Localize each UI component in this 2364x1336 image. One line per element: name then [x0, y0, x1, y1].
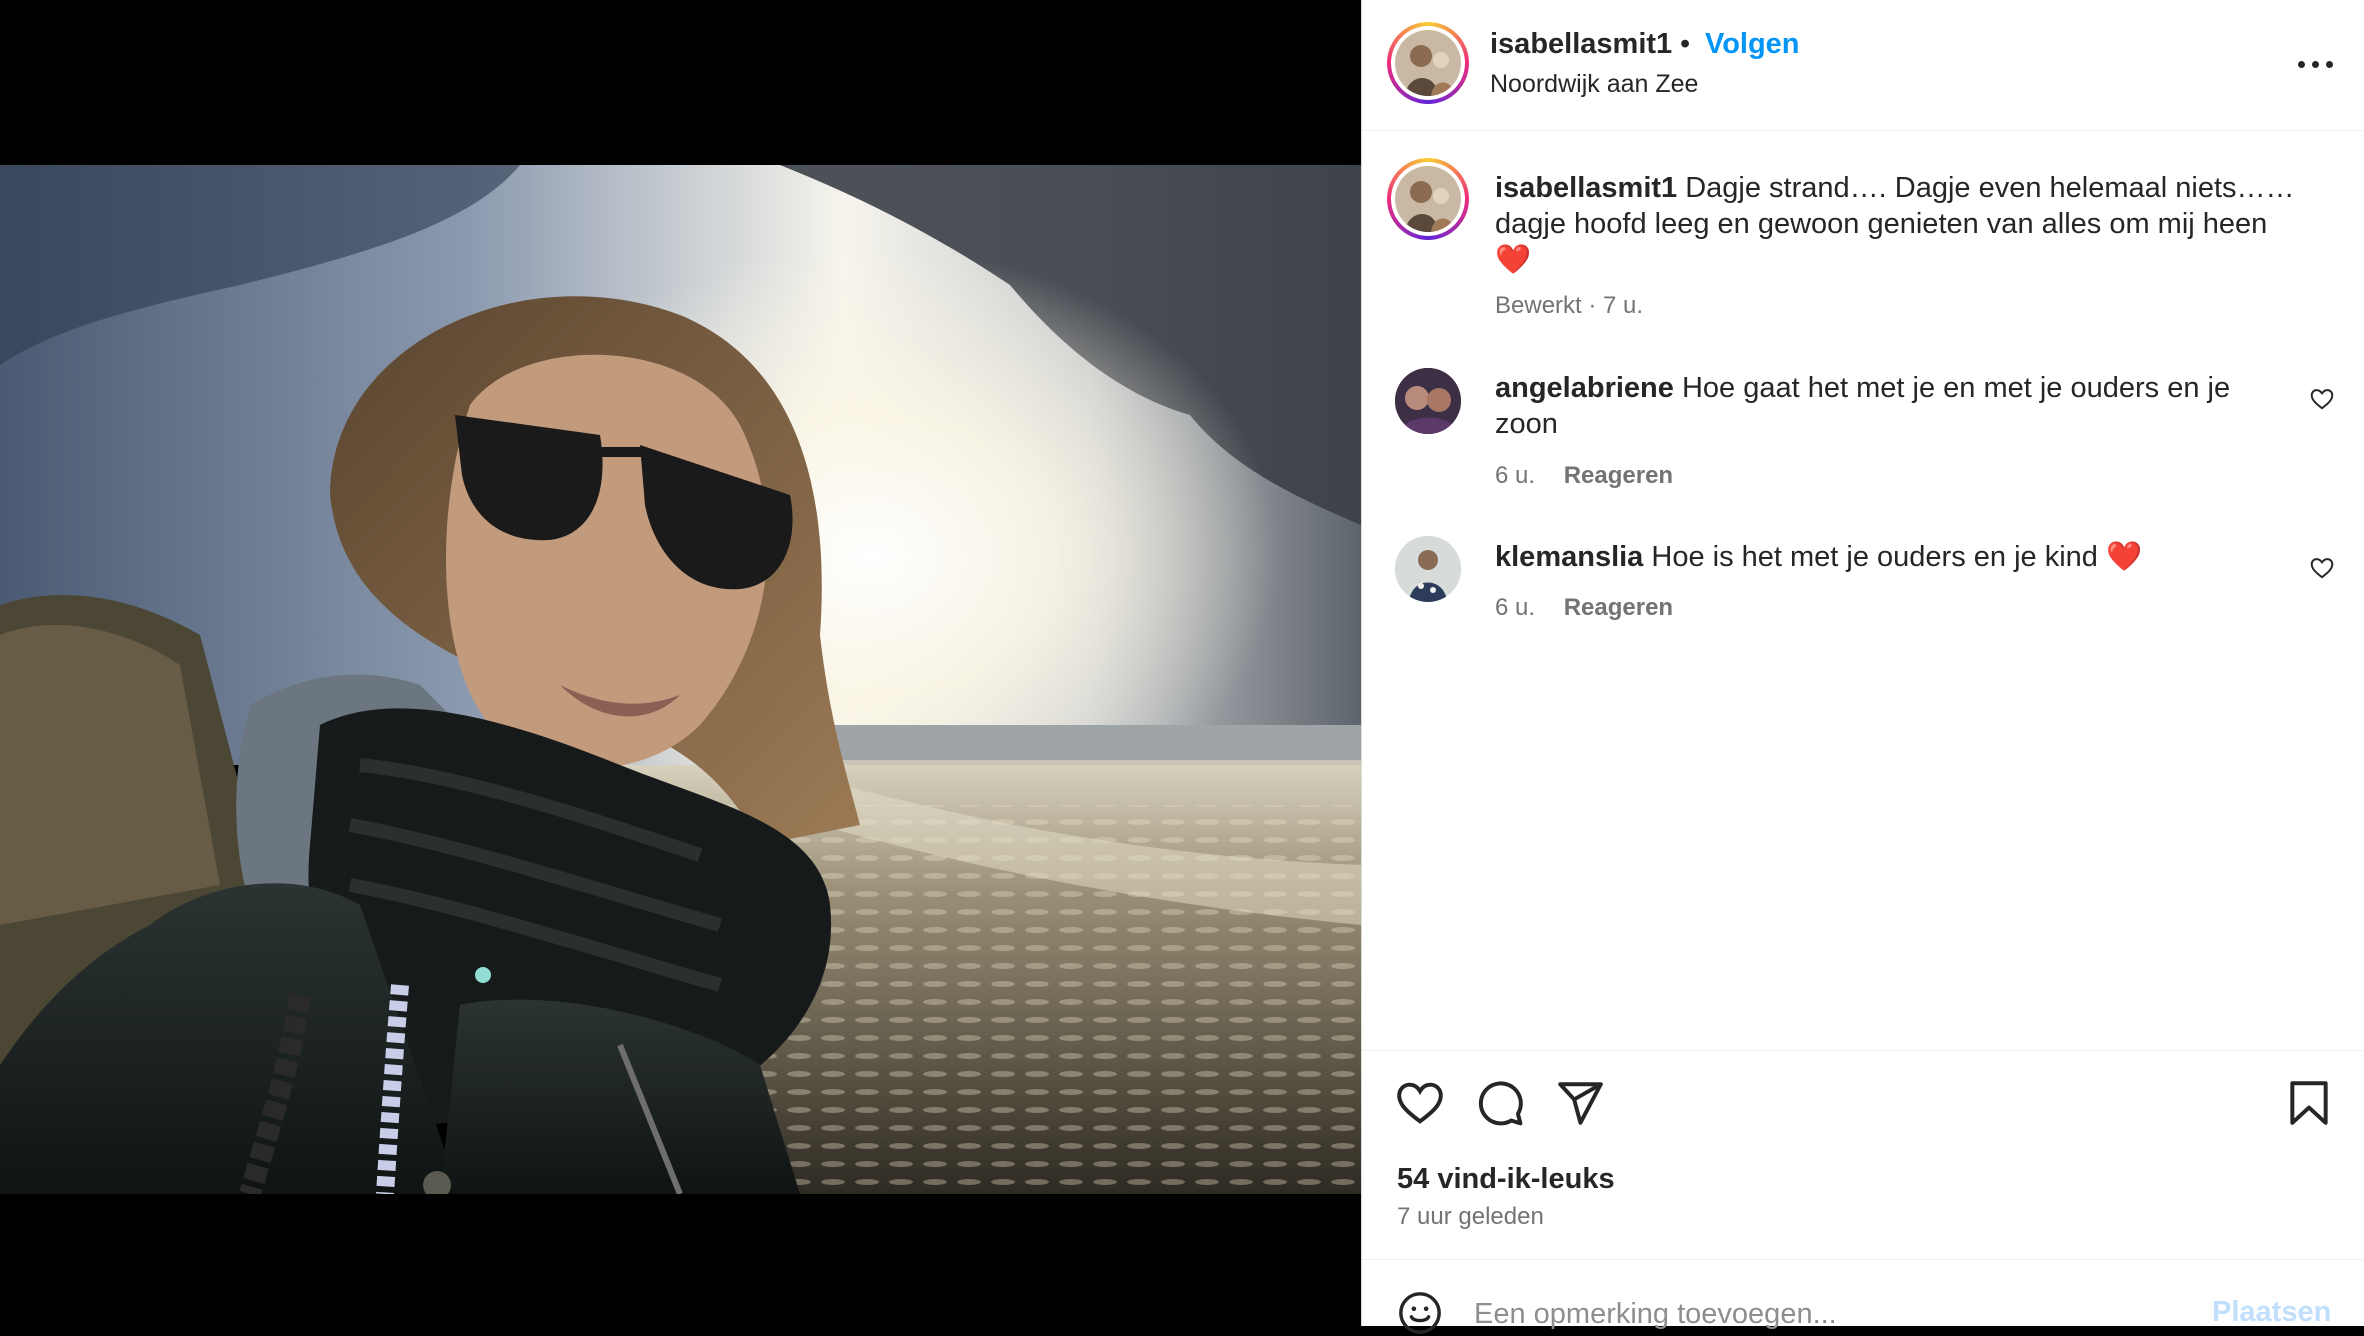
comment-username[interactable]: angelabriene — [1495, 372, 1674, 404]
like-comment-heart-icon[interactable] — [2309, 555, 2335, 581]
comment-meta: 6 u. Reageren — [1495, 594, 1673, 622]
avatar-image — [1395, 166, 1461, 232]
like-heart-icon[interactable] — [1395, 1078, 1445, 1128]
emoji-smiley-icon[interactable] — [1397, 1290, 1443, 1336]
post-comment-button[interactable]: Plaatsen — [2212, 1296, 2331, 1329]
comment-text: Hoe is het met je ouders en je kind ❤️ — [1651, 541, 2143, 573]
comment-avatar[interactable] — [1395, 536, 1461, 602]
like-comment-heart-icon[interactable] — [2309, 386, 2335, 412]
comment-bubble-icon[interactable] — [1475, 1078, 1525, 1128]
reply-button[interactable]: Reageren — [1564, 462, 1673, 489]
caption-body: isabellasmit1 Dagje strand…. Dagje even … — [1495, 170, 2295, 278]
comment-time: 6 u. — [1495, 594, 1536, 621]
comment-body: angelabriene Hoe gaat het met je en met … — [1495, 370, 2275, 442]
header-divider — [1362, 130, 2364, 131]
separator-dot: • — [1680, 28, 1691, 60]
post-location[interactable]: Noordwijk aan Zee — [1490, 70, 1698, 99]
comment-body: klemanslia Hoe is het met je ouders en j… — [1495, 539, 2275, 575]
comment-time: 6 u. — [1495, 462, 1536, 489]
media-area — [0, 0, 1361, 1326]
share-send-icon[interactable] — [1555, 1078, 1605, 1128]
author-avatar[interactable] — [1387, 22, 1469, 104]
composer-divider — [1362, 1259, 2364, 1260]
comment-avatar[interactable] — [1395, 368, 1461, 434]
save-bookmark-icon[interactable] — [2284, 1078, 2334, 1128]
post-detail-panel: isabellasmit1 • Volgen Noordwijk aan Zee… — [1361, 0, 2364, 1336]
post-timestamp[interactable]: 7 uur geleden — [1397, 1203, 1544, 1231]
caption-username[interactable]: isabellasmit1 — [1495, 172, 1677, 204]
comment-username[interactable]: klemanslia — [1495, 541, 1643, 573]
post-viewer: isabellasmit1 • Volgen Noordwijk aan Zee… — [0, 0, 2364, 1336]
reply-button[interactable]: Reageren — [1564, 594, 1673, 621]
avatar-image — [1395, 536, 1461, 602]
comment-meta: 6 u. Reageren — [1495, 462, 1673, 490]
avatar-image — [1395, 30, 1461, 96]
caption-avatar[interactable] — [1387, 158, 1469, 240]
avatar-image — [1395, 368, 1461, 434]
more-horizontal-icon[interactable] — [2288, 44, 2344, 84]
author-username[interactable]: isabellasmit1 — [1490, 28, 1672, 61]
likes-count[interactable]: 54 vind-ik-leuks — [1397, 1163, 1615, 1196]
post-photo[interactable] — [0, 165, 1361, 1194]
caption-meta: Bewerkt · 7 u. — [1495, 292, 1644, 319]
actions-divider — [1362, 1050, 2364, 1051]
follow-button[interactable]: Volgen — [1705, 28, 1800, 61]
comment-input[interactable] — [1474, 1292, 2174, 1336]
